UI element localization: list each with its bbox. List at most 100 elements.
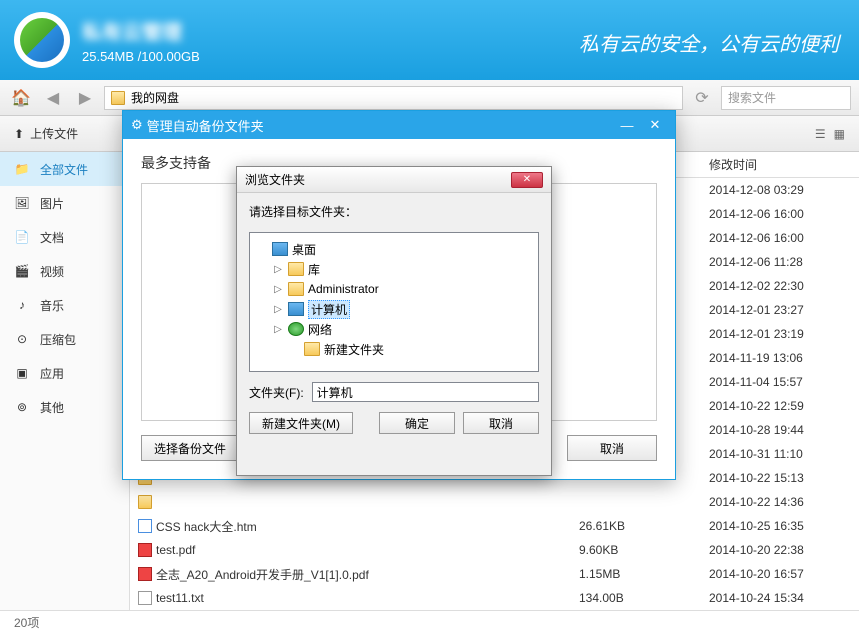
- folder-icon: [304, 342, 320, 356]
- sidebar-item-other[interactable]: ⊚ 其他: [0, 390, 129, 424]
- sidebar-item-label: 音乐: [40, 297, 64, 314]
- back-icon[interactable]: ◀: [40, 85, 66, 111]
- tree-item[interactable]: 桌面: [256, 239, 532, 259]
- address-bar[interactable]: 我的网盘: [104, 86, 683, 110]
- sidebar-item-label: 视频: [40, 263, 64, 280]
- tree-item[interactable]: ▷ Administrator: [256, 279, 532, 299]
- file-date: 2014-12-01 23:19: [709, 327, 859, 341]
- sidebar-item-archive[interactable]: ⊙压缩包: [0, 322, 129, 356]
- tree-item[interactable]: ▷库: [256, 259, 532, 279]
- backup-dialog-title: 管理自动备份文件夹: [147, 116, 264, 135]
- search-input[interactable]: 搜索文件: [721, 86, 851, 110]
- other-icon: ⊚: [14, 399, 30, 415]
- file-date: 2014-10-20 16:57: [709, 567, 859, 581]
- file-name: test.pdf: [156, 543, 195, 557]
- file-date: 2014-11-19 13:06: [709, 351, 859, 365]
- status-bar: 20项: [0, 610, 859, 634]
- file-date: 2014-10-25 16:35: [709, 519, 859, 533]
- tree-item[interactable]: ▷ 网络: [256, 319, 532, 339]
- file-name: CSS hack大全.htm: [156, 518, 257, 535]
- file-date: 2014-12-02 22:30: [709, 279, 859, 293]
- sidebar-item-doc[interactable]: 📄 文档: [0, 220, 129, 254]
- tagline: 私有云的安全，公有云的便利: [579, 28, 839, 57]
- select-backup-button[interactable]: 选择备份文件: [141, 435, 239, 461]
- monitor-icon: [288, 302, 304, 316]
- sidebar: 📁全部文件 🖼 图片 📄 文档 🎬视频 ♪ 音乐 ⊙压缩包 ▣ 应用 ⊚ 其他: [0, 152, 130, 610]
- app-icon: ▣: [14, 365, 30, 381]
- gear-icon: ⚙: [131, 117, 143, 133]
- search-placeholder: 搜索文件: [728, 89, 776, 106]
- browse-dialog-title: 浏览文件夹: [245, 171, 305, 188]
- image-icon: 🖼: [14, 195, 30, 211]
- refresh-icon[interactable]: ⟳: [689, 85, 715, 111]
- sidebar-item-video[interactable]: 🎬视频: [0, 254, 129, 288]
- close-icon[interactable]: ✕: [511, 172, 543, 188]
- browse-hint: 请选择目标文件夹：: [249, 203, 539, 220]
- backup-cancel-button[interactable]: 取消: [567, 435, 657, 461]
- file-date: 2014-10-31 11:10: [709, 447, 859, 461]
- col-date[interactable]: 修改时间: [709, 156, 859, 173]
- file-icon: [138, 591, 152, 605]
- browse-folder-dialog: 浏览文件夹 ✕ 请选择目标文件夹： 桌面▷库▷Administrator▷计算机…: [236, 166, 552, 476]
- view-list-icon[interactable]: ☰: [815, 127, 826, 141]
- tree-label: 新建文件夹: [324, 341, 384, 358]
- new-folder-button[interactable]: 新建文件夹(M): [249, 412, 353, 434]
- file-date: 2014-10-28 19:44: [709, 423, 859, 437]
- file-row[interactable]: 全志_A20_Android开发手册_V1[1].0.pdf1.15MB2014…: [130, 562, 859, 586]
- backup-dialog-title-bar[interactable]: ⚙ 管理自动备份文件夹 — ✕: [123, 111, 675, 139]
- cancel-button[interactable]: 取消: [463, 412, 539, 434]
- file-date: 2014-11-04 15:57: [709, 375, 859, 389]
- file-row[interactable]: test11.txt134.00B2014-10-24 15:34: [130, 586, 859, 610]
- file-icon: [138, 519, 152, 533]
- doc-icon: 📄: [14, 229, 30, 245]
- expand-icon[interactable]: ▷: [272, 304, 284, 315]
- file-icon: [138, 567, 152, 581]
- sidebar-item-label: 压缩包: [40, 331, 76, 348]
- tree-label: Administrator: [308, 282, 379, 296]
- forward-icon[interactable]: ▶: [72, 85, 98, 111]
- folder-icon: [288, 262, 304, 276]
- folder-tree[interactable]: 桌面▷库▷Administrator▷计算机▷网络新建文件夹: [249, 232, 539, 372]
- sidebar-item-label: 图片: [40, 195, 64, 212]
- file-date: 2014-12-01 23:27: [709, 303, 859, 317]
- sidebar-item-music[interactable]: ♪ 音乐: [0, 288, 129, 322]
- file-date: 2014-12-08 03:29: [709, 183, 859, 197]
- close-icon[interactable]: ✕: [643, 116, 667, 134]
- file-date: 2014-10-24 15:34: [709, 591, 859, 605]
- expand-icon[interactable]: ▷: [272, 284, 284, 295]
- ok-button[interactable]: 确定: [379, 412, 455, 434]
- tree-label: 网络: [308, 321, 332, 338]
- tree-label: 库: [308, 261, 320, 278]
- folder-icon: [288, 282, 304, 296]
- file-row[interactable]: 2014-10-22 14:36: [130, 490, 859, 514]
- address-text: 我的网盘: [131, 89, 179, 106]
- sidebar-item-app[interactable]: ▣ 应用: [0, 356, 129, 390]
- expand-icon[interactable]: ▷: [272, 264, 284, 275]
- expand-icon[interactable]: ▷: [272, 324, 284, 335]
- home-icon[interactable]: 🏠: [8, 85, 34, 111]
- file-icon: [138, 495, 152, 509]
- sidebar-item-image[interactable]: 🖼 图片: [0, 186, 129, 220]
- minimize-icon[interactable]: —: [615, 116, 639, 134]
- folder-field-input[interactable]: [312, 382, 539, 402]
- file-size: 9.60KB: [579, 543, 709, 557]
- sidebar-item-label: 应用: [40, 365, 64, 382]
- upload-button[interactable]: ⬆ 上传文件: [14, 125, 78, 142]
- file-date: 2014-10-20 22:38: [709, 543, 859, 557]
- file-date: 2014-12-06 11:28: [709, 255, 859, 269]
- view-grid-icon[interactable]: ▦: [834, 127, 845, 141]
- sidebar-item-files[interactable]: 📁全部文件: [0, 152, 129, 186]
- tree-label: 桌面: [292, 241, 316, 258]
- file-date: 2014-12-06 16:00: [709, 207, 859, 221]
- sidebar-item-label: 其他: [40, 399, 64, 416]
- tree-item[interactable]: ▷计算机: [256, 299, 532, 319]
- file-name: 全志_A20_Android开发手册_V1[1].0.pdf: [156, 566, 369, 583]
- sidebar-item-label: 文档: [40, 229, 64, 246]
- browse-dialog-title-bar[interactable]: 浏览文件夹 ✕: [237, 167, 551, 193]
- folder-icon: [111, 91, 125, 105]
- storage-usage: 25.54MB /100.00GB: [82, 49, 200, 64]
- music-icon: ♪: [14, 297, 30, 313]
- file-row[interactable]: test.pdf 9.60KB2014-10-20 22:38: [130, 538, 859, 562]
- tree-item[interactable]: 新建文件夹: [256, 339, 532, 359]
- file-row[interactable]: CSS hack大全.htm26.61KB2014-10-25 16:35: [130, 514, 859, 538]
